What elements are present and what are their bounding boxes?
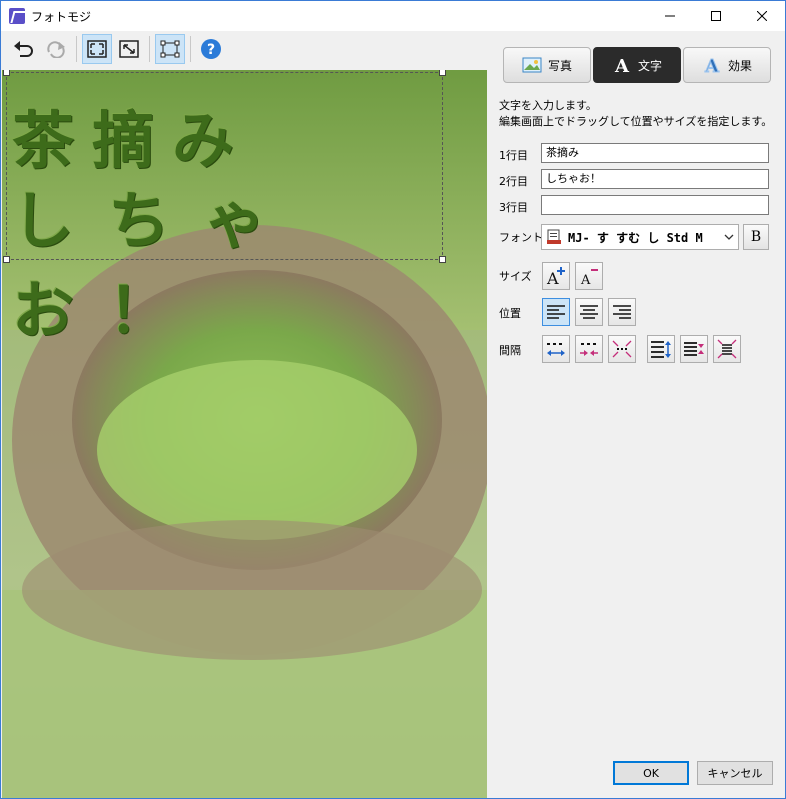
align-left-icon: [547, 305, 565, 319]
maximize-button[interactable]: [693, 1, 739, 31]
toolbar: ?: [9, 34, 226, 64]
tab-effect-label: 効果: [727, 58, 752, 73]
resize-handle[interactable]: [439, 70, 446, 76]
size-label: サイズ: [499, 270, 532, 283]
tab-effect[interactable]: A 効果: [683, 47, 771, 83]
position-label: 位置: [499, 307, 521, 320]
char-spacing-reset-button[interactable]: [608, 335, 636, 363]
align-left-button[interactable]: [542, 298, 570, 326]
line-spacing-widen-icon: [651, 341, 671, 358]
close-icon: [757, 11, 767, 21]
tab-photo[interactable]: 写真: [503, 47, 591, 83]
help-icon: ?: [201, 39, 221, 59]
line3-input[interactable]: [541, 195, 769, 215]
instructions: 文字を入力します。 編集画面上でドラッグして位置やサイズを指定します。: [499, 98, 779, 130]
tab-text-label: 文字: [637, 58, 662, 73]
svg-text:A: A: [704, 56, 720, 74]
app-logo-icon: [9, 8, 25, 24]
fit-screen-icon: [87, 40, 107, 58]
ok-button[interactable]: OK: [613, 761, 689, 785]
mode-tabs: 写真 A 文字 A 効果: [503, 47, 773, 83]
app-window: フォトモジ ? 茶摘み しちゃお！ 写真 A 文字 A 効果 文字を入力します。…: [0, 0, 786, 799]
resize-handle[interactable]: [439, 256, 446, 263]
expand-icon: [119, 40, 139, 58]
effect-a-icon: A: [702, 56, 722, 74]
text-selection-box[interactable]: [3, 70, 446, 263]
spacing-label: 間隔: [499, 344, 521, 357]
font-file-icon: [547, 229, 561, 244]
font-label: フォント: [499, 231, 543, 244]
toolbar-separator: [76, 36, 77, 62]
line1-label: 1行目: [499, 149, 528, 162]
line-spacing-reset-button[interactable]: [713, 335, 741, 363]
line3-label: 3行目: [499, 201, 528, 214]
svg-text:A: A: [614, 56, 630, 74]
increase-size-button[interactable]: A: [542, 262, 570, 290]
char-spacing-narrow-icon: [580, 343, 598, 356]
line-spacing-narrow-button[interactable]: [680, 335, 708, 363]
char-spacing-widen-button[interactable]: [542, 335, 570, 363]
svg-text:?: ?: [207, 42, 215, 58]
char-spacing-widen-icon: [547, 343, 565, 356]
font-size-down-icon: A: [580, 269, 598, 287]
help-button[interactable]: ?: [196, 34, 226, 64]
window-controls: [647, 1, 785, 31]
decrease-size-button[interactable]: A: [575, 262, 603, 290]
instruction-line2: 編集画面上でドラッグして位置やサイズを指定します。: [499, 115, 773, 128]
tab-photo-label: 写真: [547, 58, 572, 73]
maximize-icon: [711, 11, 721, 21]
tab-text[interactable]: A 文字: [593, 47, 681, 83]
text-a-icon: A: [612, 56, 632, 74]
resize-handle[interactable]: [3, 256, 10, 263]
align-right-button[interactable]: [608, 298, 636, 326]
instruction-line1: 文字を入力します。: [499, 99, 597, 112]
align-right-icon: [613, 305, 631, 319]
photo-icon: [522, 56, 542, 74]
undo-icon: [14, 41, 33, 57]
redo-icon: [47, 41, 65, 58]
toolbar-separator: [149, 36, 150, 62]
photo-canvas[interactable]: 茶摘み しちゃお！: [2, 70, 487, 798]
line2-input[interactable]: しちゃお！: [541, 169, 769, 189]
minimize-icon: [665, 15, 675, 17]
line-spacing-reset-icon: [717, 339, 737, 359]
align-center-button[interactable]: [575, 298, 603, 326]
undo-button[interactable]: [9, 34, 39, 64]
bold-button[interactable]: B: [743, 224, 769, 250]
window-title: フォトモジ: [31, 9, 92, 24]
line2-label: 2行目: [499, 175, 528, 188]
chevron-down-icon: [724, 234, 734, 240]
minimize-button[interactable]: [647, 1, 693, 31]
font-select-value: MJ- す すむ し Std M: [568, 230, 703, 245]
close-button[interactable]: [739, 1, 785, 31]
select-area-button[interactable]: [155, 34, 185, 64]
title-bar: フォトモジ: [1, 1, 785, 31]
resize-handle[interactable]: [3, 70, 10, 76]
svg-text:A: A: [580, 273, 591, 287]
font-size-up-icon: A: [546, 267, 565, 287]
line1-input[interactable]: 茶摘み: [541, 143, 769, 163]
selection-icon: [160, 40, 180, 58]
actual-size-button[interactable]: [114, 34, 144, 64]
redo-button[interactable]: [41, 34, 71, 64]
char-spacing-narrow-button[interactable]: [575, 335, 603, 363]
fit-window-button[interactable]: [82, 34, 112, 64]
align-center-icon: [580, 305, 598, 319]
line-spacing-narrow-icon: [684, 342, 704, 356]
cancel-button[interactable]: キャンセル: [697, 761, 773, 785]
line-spacing-widen-button[interactable]: [647, 335, 675, 363]
font-select[interactable]: MJ- す すむ し Std M: [541, 224, 739, 250]
char-spacing-reset-icon: [612, 340, 632, 358]
toolbar-separator: [190, 36, 191, 62]
